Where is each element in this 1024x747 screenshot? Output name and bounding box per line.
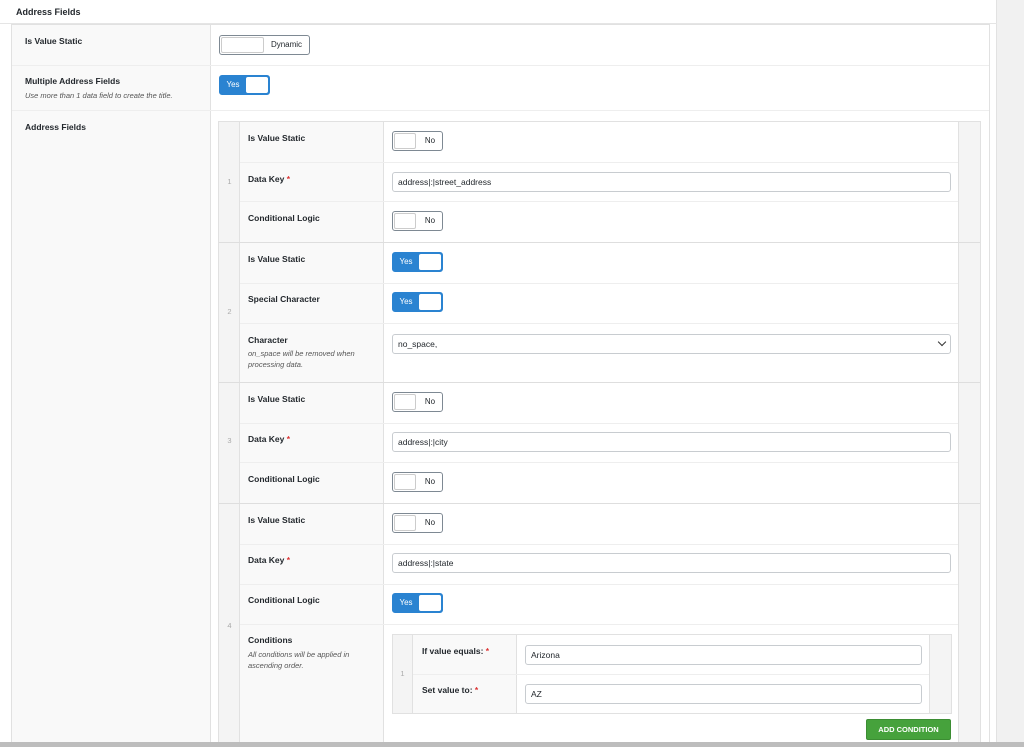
subfield-label-character: Character bbox=[248, 335, 288, 345]
static-toggle[interactable]: Dynamic bbox=[219, 35, 310, 55]
set-value-input[interactable]: AZ bbox=[525, 684, 922, 704]
static-toggle[interactable]: No bbox=[392, 392, 443, 412]
static-toggle[interactable]: No bbox=[392, 131, 443, 151]
required-marker: * bbox=[485, 646, 490, 656]
data-key-input[interactable]: address|:|state bbox=[392, 553, 951, 573]
toggle-knob bbox=[419, 595, 441, 611]
condition-row-index[interactable]: 1 bbox=[393, 635, 413, 713]
data-key-input[interactable]: address|:|street_address bbox=[392, 172, 951, 192]
subfield-divider bbox=[240, 462, 958, 463]
toggle-knob bbox=[394, 474, 416, 490]
data-key-input[interactable]: address|:|city bbox=[392, 432, 951, 452]
special-char-toggle[interactable]: Yes bbox=[392, 292, 443, 312]
subfield-divider bbox=[240, 201, 958, 202]
subfield-label-conditions: Conditions bbox=[248, 635, 293, 645]
subfield-desc-conditions: All conditions will be applied in ascend… bbox=[248, 650, 350, 670]
repeater-row-index[interactable]: 4 bbox=[219, 504, 240, 747]
toggle-knob bbox=[394, 133, 416, 149]
character-select-value: no_space, bbox=[398, 339, 438, 349]
toggle-state: No bbox=[424, 216, 436, 225]
toggle-state: Dynamic bbox=[270, 40, 303, 49]
field-label-address-fields: Address Fields bbox=[25, 122, 86, 132]
static-toggle[interactable]: No bbox=[392, 513, 443, 533]
subfield-divider bbox=[240, 323, 958, 324]
field-label-static: Is Value Static bbox=[25, 36, 83, 46]
set-value-label: Set value to: * bbox=[422, 685, 479, 695]
repeater-row-index[interactable]: 2 bbox=[219, 243, 240, 382]
repeater-row-divider bbox=[219, 503, 980, 504]
toggle-knob bbox=[246, 77, 268, 93]
row-divider bbox=[12, 65, 989, 66]
label-column bbox=[12, 25, 211, 747]
repeater-actions-column bbox=[958, 122, 980, 747]
toggle-knob bbox=[394, 394, 416, 410]
subfield-label-data-key: Data Key * bbox=[248, 555, 291, 565]
toggle-state: Yes bbox=[399, 598, 413, 607]
add-condition-button[interactable]: ADD CONDITION bbox=[866, 719, 951, 740]
subfield-label-data-key: Data Key * bbox=[248, 174, 291, 184]
row-divider bbox=[12, 110, 989, 111]
subfield-divider bbox=[240, 423, 958, 424]
subfield-label-static: Is Value Static bbox=[248, 394, 306, 404]
if-value-label: If value equals: * bbox=[422, 646, 490, 656]
subfield-label-data-key: Data Key * bbox=[248, 434, 291, 444]
logic-toggle[interactable]: No bbox=[392, 211, 443, 231]
subfield-label-logic: Conditional Logic bbox=[248, 474, 320, 484]
panel-title: Address Fields bbox=[16, 7, 81, 17]
logic-toggle[interactable]: Yes bbox=[392, 593, 443, 613]
field-desc-multiple: Use more than 1 data field to create the… bbox=[25, 91, 173, 100]
subfield-divider bbox=[240, 544, 958, 545]
window-bottom-edge bbox=[0, 742, 1024, 747]
repeater-label-column bbox=[240, 504, 384, 747]
condition-divider bbox=[413, 674, 929, 675]
subfield-label-static: Is Value Static bbox=[248, 133, 306, 143]
condition-actions-column bbox=[929, 635, 951, 713]
if-value-input[interactable]: Arizona bbox=[525, 645, 922, 665]
field-label-multiple: Multiple Address Fields bbox=[25, 76, 121, 86]
required-marker: * bbox=[474, 685, 479, 695]
toggle-state: No bbox=[424, 518, 436, 527]
repeater-row-index[interactable]: 1 bbox=[219, 122, 240, 242]
toggle-knob bbox=[221, 37, 264, 53]
toggle-state: No bbox=[424, 136, 436, 145]
toggle-knob bbox=[419, 294, 441, 310]
toggle-state: Yes bbox=[226, 80, 240, 89]
toggle-knob bbox=[394, 515, 416, 531]
repeater-row-index[interactable]: 3 bbox=[219, 383, 240, 503]
subfield-desc-character: on_space will be removed when processing… bbox=[248, 349, 355, 369]
required-marker: * bbox=[286, 555, 291, 565]
subfield-label-static: Is Value Static bbox=[248, 254, 306, 264]
subfield-divider bbox=[240, 584, 958, 585]
toggle-state: Yes bbox=[399, 297, 413, 306]
toggle-knob bbox=[419, 254, 441, 270]
subfield-label-logic: Conditional Logic bbox=[248, 595, 320, 605]
subfield-label-static: Is Value Static bbox=[248, 515, 306, 525]
toggle-state: No bbox=[424, 397, 436, 406]
toggle-state: No bbox=[424, 477, 436, 486]
multiple-toggle[interactable]: Yes bbox=[219, 75, 270, 95]
required-marker: * bbox=[286, 174, 291, 184]
subfield-divider bbox=[240, 283, 958, 284]
subfield-label-logic: Conditional Logic bbox=[248, 213, 320, 223]
subfield-divider bbox=[240, 162, 958, 163]
repeater-row-divider bbox=[219, 242, 980, 243]
required-marker: * bbox=[286, 434, 291, 444]
chevron-down-icon bbox=[937, 337, 947, 347]
toggle-knob bbox=[394, 213, 416, 229]
subfield-divider bbox=[240, 624, 958, 625]
static-toggle[interactable]: Yes bbox=[392, 252, 443, 272]
logic-toggle[interactable]: No bbox=[392, 472, 443, 492]
toggle-state: Yes bbox=[399, 257, 413, 266]
repeater-row-divider bbox=[219, 382, 980, 383]
subfield-label-special: Special Character bbox=[248, 294, 320, 304]
character-select[interactable]: no_space, bbox=[392, 334, 951, 354]
